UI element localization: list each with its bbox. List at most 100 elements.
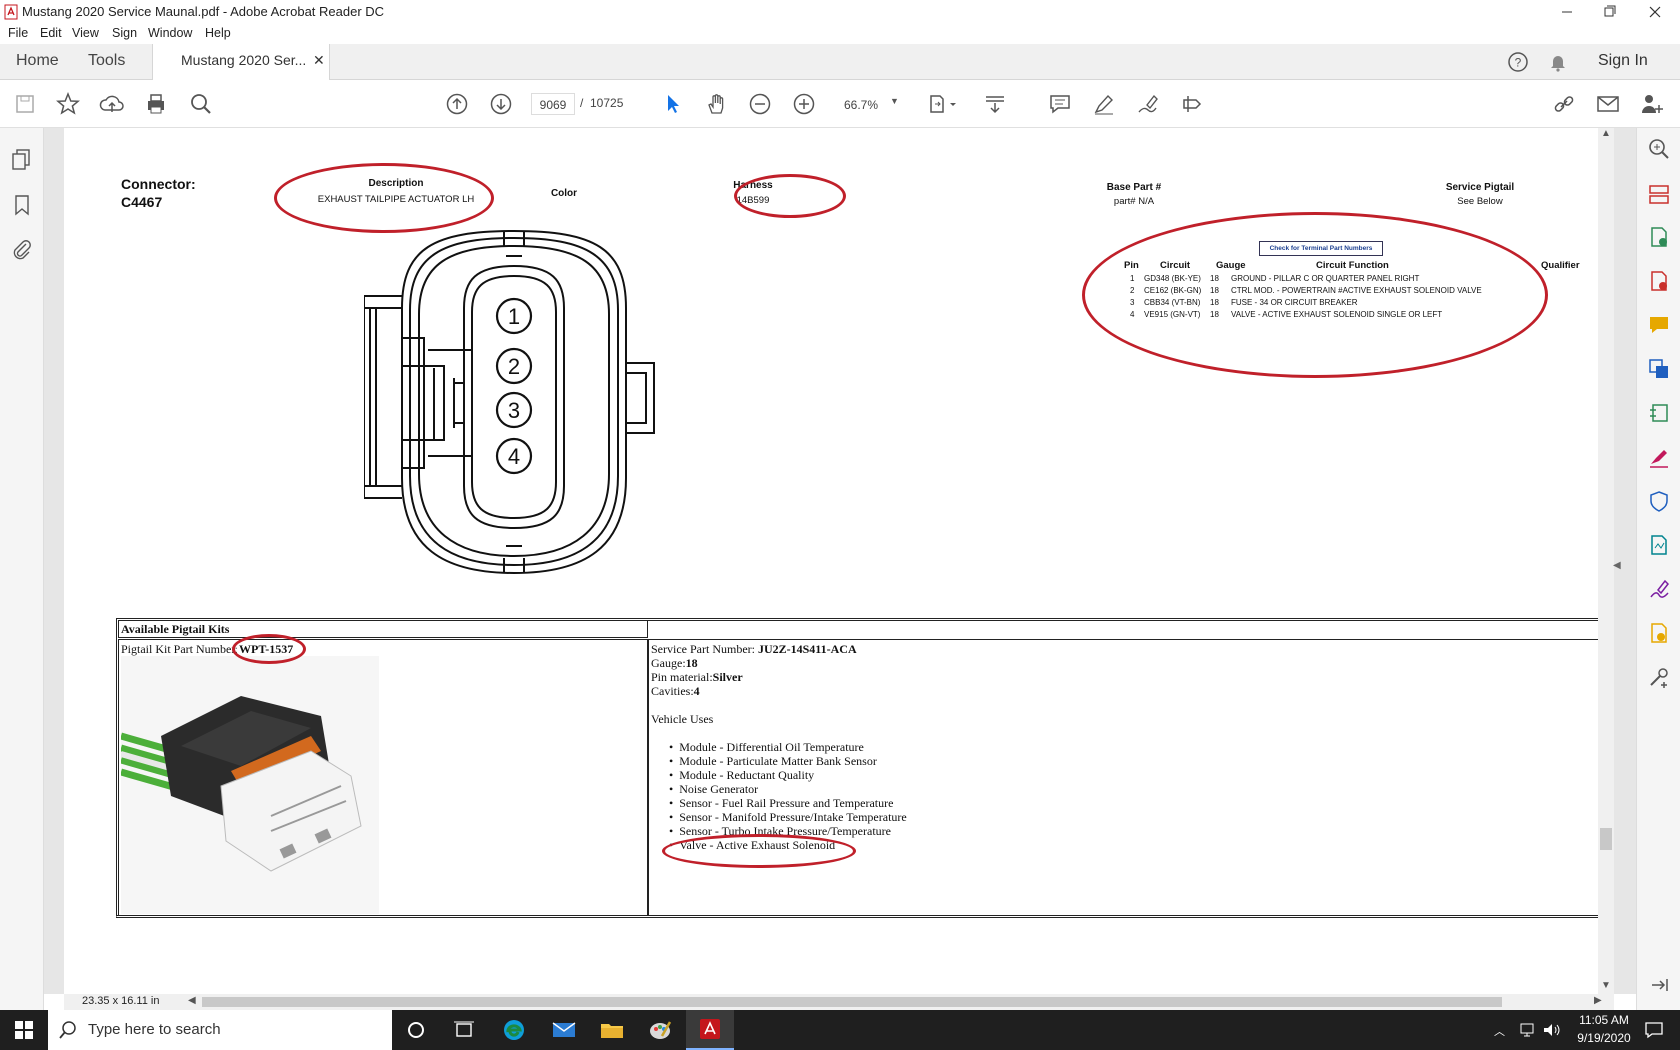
title-bar: Mustang 2020 Service Maunal.pdf - Adobe … bbox=[0, 0, 1680, 24]
menu-view[interactable]: View bbox=[72, 26, 99, 40]
pin-3-label: 3 bbox=[508, 398, 520, 423]
scroll-mode-icon[interactable] bbox=[980, 89, 1010, 119]
zoom-out-icon[interactable] bbox=[745, 89, 775, 119]
list-item: • Module - Particulate Matter Bank Senso… bbox=[669, 754, 877, 768]
cavities-value: 4 bbox=[693, 684, 700, 698]
mail-icon[interactable] bbox=[540, 1010, 588, 1050]
pigtail-kit-cell: Pigtail Kit Part Number: WPT-1537 bbox=[118, 639, 648, 916]
zoom-level-input[interactable]: 66.7% bbox=[836, 93, 886, 115]
annotation-ellipse-vehicle-use bbox=[662, 834, 856, 868]
scroll-left-icon[interactable]: ◀ bbox=[188, 995, 196, 1006]
horizontal-scroll-thumb[interactable] bbox=[202, 997, 1502, 1007]
menu-bar: File Edit View Sign Window Help bbox=[0, 24, 1680, 44]
compress-pdf-icon[interactable] bbox=[1648, 402, 1670, 424]
menu-help[interactable]: Help bbox=[205, 26, 231, 40]
export-pdf-icon[interactable] bbox=[1648, 270, 1670, 292]
menu-sign[interactable]: Sign bbox=[112, 26, 137, 40]
cortana-icon[interactable] bbox=[392, 1010, 440, 1050]
tab-tools[interactable]: Tools bbox=[88, 52, 125, 70]
list-item: • Sensor - Fuel Rail Pressure and Temper… bbox=[669, 796, 894, 810]
scroll-right-icon[interactable]: ▶ bbox=[1594, 995, 1602, 1006]
search-icon[interactable] bbox=[186, 89, 216, 119]
collapse-tools-icon[interactable] bbox=[1648, 974, 1670, 996]
stamp-icon[interactable] bbox=[1177, 89, 1207, 119]
vehicle-uses-label: Vehicle Uses bbox=[651, 712, 714, 726]
file-explorer-icon[interactable] bbox=[588, 1010, 636, 1050]
acrobat-icon bbox=[4, 4, 18, 20]
service-part-cell: Service Part Number: JU2Z-14S411-ACA Gau… bbox=[648, 639, 1598, 916]
pin-material-label: Pin material: bbox=[651, 670, 713, 684]
tab-document[interactable]: Mustang 2020 Ser... ✕ bbox=[152, 44, 330, 80]
pigtail-kit-photo bbox=[121, 656, 379, 914]
previous-page-icon[interactable] bbox=[442, 89, 472, 119]
add-user-icon[interactable] bbox=[1637, 89, 1667, 119]
right-pane-collapse-icon[interactable]: ◀ bbox=[1613, 560, 1621, 571]
network-icon[interactable] bbox=[1518, 1022, 1538, 1038]
page-fit-icon[interactable] bbox=[928, 89, 958, 119]
hand-tool-icon[interactable] bbox=[702, 89, 732, 119]
restore-button[interactable] bbox=[1594, 2, 1624, 22]
paint-icon[interactable] bbox=[636, 1010, 684, 1050]
create-pdf-icon[interactable] bbox=[1648, 226, 1670, 248]
close-window-button[interactable] bbox=[1640, 2, 1670, 22]
comment-tool-icon[interactable] bbox=[1648, 314, 1670, 336]
acrobat-taskbar-icon[interactable] bbox=[686, 1010, 734, 1050]
organize-pages-icon[interactable] bbox=[1648, 183, 1670, 205]
base-part-label: Base Part # bbox=[1106, 182, 1162, 193]
vertical-scroll-thumb[interactable] bbox=[1600, 828, 1612, 850]
vertical-scrollbar[interactable]: ▲ ▼ bbox=[1598, 128, 1614, 994]
send-for-review-icon[interactable] bbox=[1648, 622, 1670, 644]
close-tab-icon[interactable]: ✕ bbox=[313, 52, 325, 69]
list-item: • Module - Reductant Quality bbox=[669, 768, 815, 782]
attachment-icon[interactable] bbox=[11, 238, 33, 262]
scroll-down-icon[interactable]: ▼ bbox=[1601, 980, 1611, 991]
show-hidden-icons-chevron-icon[interactable]: ︿ bbox=[1494, 1023, 1505, 1039]
save-icon[interactable] bbox=[10, 89, 40, 119]
sign-in-button[interactable]: Sign In bbox=[1598, 52, 1648, 70]
zoom-dropdown-chevron-icon[interactable]: ▼ bbox=[890, 96, 899, 106]
tab-home[interactable]: Home bbox=[16, 52, 59, 70]
protect-icon[interactable] bbox=[1648, 490, 1670, 512]
pin-material-value: Silver bbox=[712, 670, 743, 684]
clock-time[interactable]: 11:05 AM bbox=[1568, 1013, 1640, 1027]
star-icon[interactable] bbox=[53, 89, 83, 119]
task-view-icon[interactable] bbox=[440, 1010, 488, 1050]
color-label: Color bbox=[550, 188, 578, 199]
request-signature-icon[interactable] bbox=[1648, 578, 1670, 600]
prepare-form-icon[interactable] bbox=[1648, 534, 1670, 556]
scroll-up-icon[interactable]: ▲ bbox=[1601, 128, 1611, 139]
combine-files-icon[interactable] bbox=[1648, 358, 1670, 380]
menu-window[interactable]: Window bbox=[148, 26, 192, 40]
sign-pen-icon[interactable] bbox=[1133, 89, 1163, 119]
fill-sign-icon[interactable] bbox=[1648, 446, 1670, 468]
bell-icon[interactable] bbox=[1546, 50, 1570, 74]
email-icon[interactable] bbox=[1593, 89, 1623, 119]
zoom-search-icon[interactable] bbox=[1648, 138, 1670, 160]
action-center-icon[interactable] bbox=[1644, 1021, 1664, 1039]
taskbar-search-box[interactable]: Type here to search bbox=[48, 1010, 392, 1050]
minimize-button[interactable] bbox=[1552, 2, 1582, 22]
edge-icon[interactable] bbox=[490, 1010, 538, 1050]
share-link-icon[interactable] bbox=[1549, 89, 1579, 119]
left-nav-pane: ◀ bbox=[0, 128, 58, 1010]
clock-date[interactable]: 9/19/2020 bbox=[1568, 1031, 1640, 1045]
cloud-upload-icon[interactable] bbox=[97, 89, 127, 119]
help-icon[interactable]: ? bbox=[1506, 50, 1530, 74]
print-icon[interactable] bbox=[141, 89, 171, 119]
next-page-icon[interactable] bbox=[486, 89, 516, 119]
more-tools-icon[interactable] bbox=[1648, 666, 1670, 688]
select-tool-icon[interactable] bbox=[658, 89, 688, 119]
zoom-in-icon[interactable] bbox=[789, 89, 819, 119]
svg-text:?: ? bbox=[1515, 56, 1522, 70]
horizontal-scrollbar[interactable]: 23.35 x 16.11 in ◀ ▶ bbox=[64, 994, 1614, 1010]
comment-icon[interactable] bbox=[1045, 89, 1075, 119]
windows-start-icon[interactable] bbox=[0, 1010, 48, 1050]
menu-file[interactable]: File bbox=[8, 26, 28, 40]
menu-edit[interactable]: Edit bbox=[40, 26, 62, 40]
page-thumbnails-icon[interactable] bbox=[11, 148, 33, 172]
page-number-input[interactable]: 9069 bbox=[531, 93, 575, 115]
volume-icon[interactable] bbox=[1542, 1022, 1562, 1038]
annotation-ellipse-description bbox=[274, 163, 494, 233]
bookmark-icon[interactable] bbox=[12, 194, 32, 216]
highlight-icon[interactable] bbox=[1089, 89, 1119, 119]
